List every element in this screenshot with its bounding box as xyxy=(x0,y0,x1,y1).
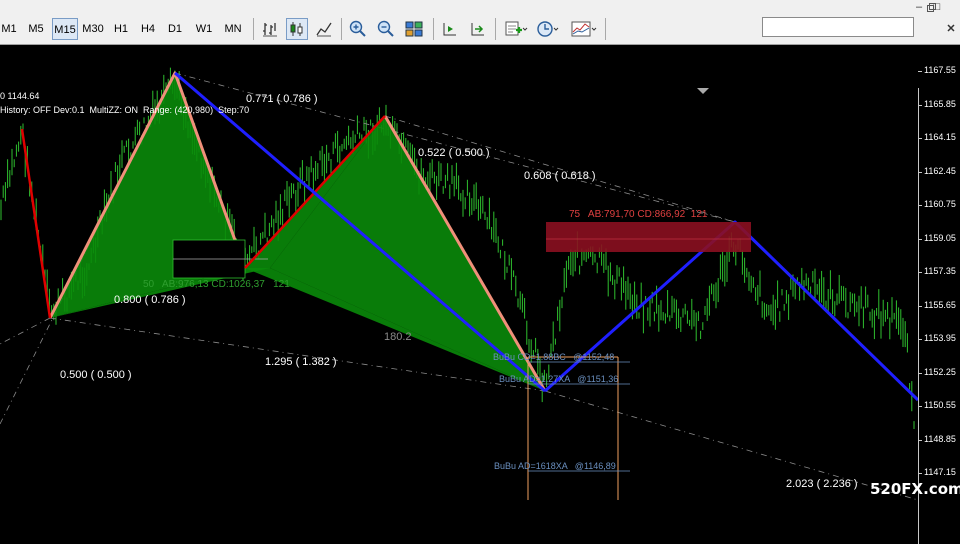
line-chart-button[interactable] xyxy=(313,18,335,40)
indicators-icon xyxy=(505,21,528,36)
toolbar-separator xyxy=(433,18,434,40)
autoscroll-icon xyxy=(471,23,484,36)
price-tick-mark xyxy=(918,473,922,474)
line-chart-icon xyxy=(316,22,332,37)
periods-button[interactable] xyxy=(535,18,561,40)
watermark: 520FX.com xyxy=(870,480,960,498)
autoscroll-button[interactable] xyxy=(467,18,489,40)
timeframe-m30[interactable]: M30 xyxy=(80,18,106,40)
price-tick-label: 1167.55 xyxy=(924,65,956,75)
timeframe-m5[interactable]: M5 xyxy=(24,18,48,40)
window-restore-icon xyxy=(927,3,936,12)
price-tick-mark xyxy=(918,439,922,441)
price-tick-mark xyxy=(918,272,922,273)
price-tick-mark xyxy=(918,171,922,173)
candlestick-chart-icon xyxy=(290,22,303,36)
price-tick-label: 1147.15 xyxy=(924,467,956,477)
bubu-level-label: BuBu CD=1.88BC @1152,48 xyxy=(493,352,615,362)
price-tick-label: 1148.85 xyxy=(924,433,956,444)
zoom-in-button[interactable] xyxy=(347,18,369,40)
timeframe-m15[interactable]: M15 xyxy=(52,18,78,40)
templates-icon xyxy=(571,21,597,37)
toolbar-separator xyxy=(341,18,342,40)
price-tick-mark xyxy=(918,71,922,72)
timeframe-d1[interactable]: D1 xyxy=(164,18,186,40)
price-chart[interactable]: 0 1144.64 History: OFF Dev:0.1 MultiZZ: … xyxy=(0,44,960,544)
minimize-button[interactable]: – xyxy=(910,0,928,14)
price-tick-label: 1160.75 xyxy=(924,199,956,209)
price-tick-mark xyxy=(918,305,922,307)
chart-toolbar: M1 M5 M15 M30 H1 H4 D1 W1 MN – □ ✕ xyxy=(0,0,960,45)
price-tick-label: 1155.65 xyxy=(924,299,956,310)
zoom-in-icon xyxy=(349,20,366,37)
fib-ratio-label: 0.500 ( 0.500 ) xyxy=(60,369,132,381)
price-tick-mark xyxy=(918,372,922,374)
guide-line xyxy=(0,317,51,345)
price-tick-mark xyxy=(918,104,922,106)
toolbar-separator xyxy=(495,18,496,40)
price-tick-label: 1152.25 xyxy=(924,366,956,377)
pattern-label-green: 50 AB:976,13 CD:1026,37 121 xyxy=(143,279,290,290)
bar-chart-button[interactable] xyxy=(259,18,281,40)
indicators-button[interactable] xyxy=(503,18,529,40)
timeframe-h1[interactable]: H1 xyxy=(110,18,132,40)
chart-scroll-marker-icon xyxy=(697,88,709,94)
fib-ratio-label: 1.295 ( 1.382 ) xyxy=(265,356,337,368)
fib-ratio-label: 0.522 ( 0.500 ) xyxy=(418,147,490,159)
price-tick-label: 1164.15 xyxy=(924,132,956,142)
price-tick-label: 1153.95 xyxy=(924,333,956,343)
bubu-level-label: BuBu AD=1618XA @1146,89 xyxy=(494,461,616,471)
timeframe-w1[interactable]: W1 xyxy=(192,18,216,40)
fib-ratio-label: 0.608 ( 0.618 ) xyxy=(524,170,596,182)
tile-windows-button[interactable] xyxy=(403,18,425,40)
periods-clock-icon xyxy=(537,21,559,37)
bubu-level-label: BuBu AD=1.27XA @1151,36 xyxy=(499,374,619,384)
chart-header-price: 0 1144.64 xyxy=(0,91,40,101)
zoom-out-button[interactable] xyxy=(375,18,397,40)
toolbar-separator xyxy=(253,18,254,40)
price-tick-label: 1165.85 xyxy=(924,98,956,109)
pattern-size-label: 180.2 xyxy=(384,331,412,343)
chart-header-settings: History: OFF Dev:0.1 MultiZZ: ON Range: … xyxy=(0,105,250,115)
price-tick-mark xyxy=(918,339,922,340)
price-tick-label: 1162.45 xyxy=(924,165,956,176)
zigzag-red-segment-1 xyxy=(20,128,52,319)
red-prz-zone xyxy=(546,222,751,252)
bar-chart-icon xyxy=(263,23,277,37)
chart-shift-button[interactable] xyxy=(439,18,461,40)
timeframe-mn[interactable]: MN xyxy=(220,18,246,40)
harmonic-pattern-fills xyxy=(50,73,545,391)
guide-line xyxy=(544,390,919,500)
pattern-label-red: 75 AB:791,70 CD:866,92 121 xyxy=(569,209,708,220)
templates-button[interactable] xyxy=(569,18,599,40)
fib-ratio-label: 2.023 ( 2.236 ) xyxy=(786,478,858,490)
timeframe-h4[interactable]: H4 xyxy=(137,18,159,40)
price-tick-label: 1159.05 xyxy=(924,232,956,243)
price-tick-mark xyxy=(918,238,922,240)
chart-shift-icon xyxy=(443,23,456,36)
fib-ratio-label: 0.771 ( 0.786 ) xyxy=(246,93,318,105)
zoom-out-icon xyxy=(377,20,394,37)
price-tick-label: 1157.35 xyxy=(924,266,956,276)
toolbar-separator xyxy=(605,18,606,40)
search-input[interactable] xyxy=(762,17,914,37)
price-tick-mark xyxy=(918,205,922,206)
price-tick-mark xyxy=(918,406,922,407)
candlestick-chart-button[interactable] xyxy=(286,18,308,40)
fib-ratio-label: 0.800 ( 0.786 ) xyxy=(114,294,186,306)
close-button[interactable]: ✕ xyxy=(942,22,960,36)
price-tick-mark xyxy=(918,138,922,139)
price-tick-label: 1150.55 xyxy=(924,400,956,410)
timeframe-m1[interactable]: M1 xyxy=(0,18,18,40)
tile-windows-icon xyxy=(405,21,423,37)
